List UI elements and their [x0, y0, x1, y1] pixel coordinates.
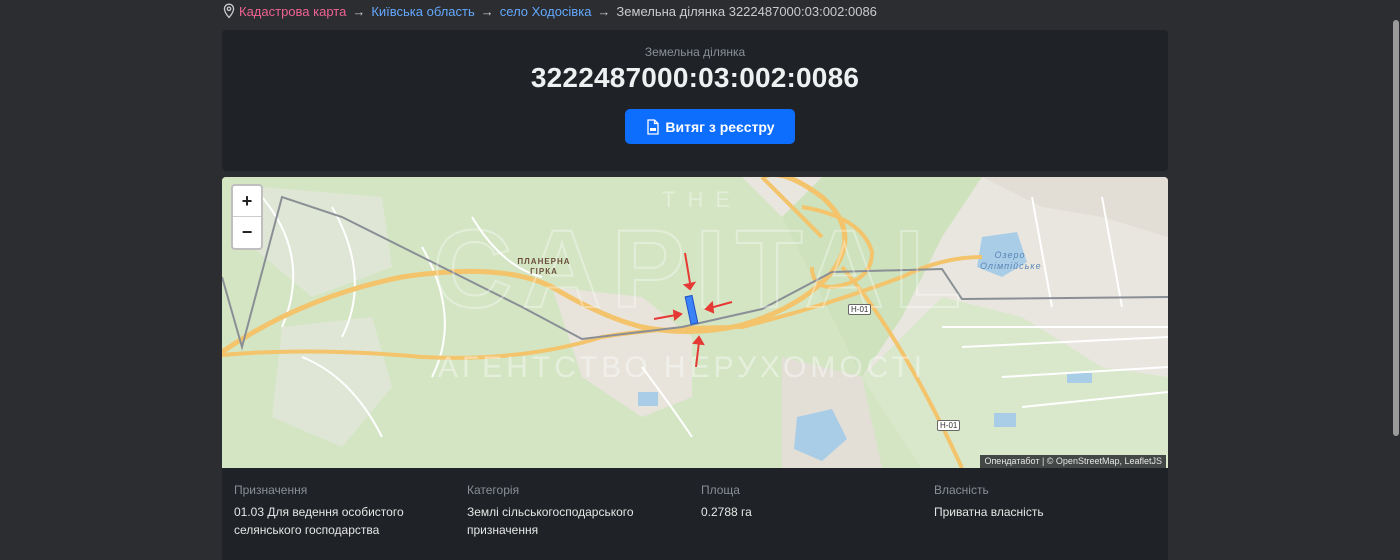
- parcel-subtitle: Земельна ділянка: [644, 45, 746, 59]
- breadcrumb-separator: →: [352, 3, 366, 19]
- place-label: ПЛАНЕРНА ГІРКА: [517, 257, 571, 276]
- parcel-number: 3222487000:03:002:0086: [530, 62, 860, 93]
- purpose-value: 01.03 Для ведення особистого селянського…: [234, 505, 404, 537]
- zoom-control: + −: [231, 184, 263, 250]
- svg-text:АГЕНТСТВО НЕРУХОМОСТІ: АГЕНТСТВО НЕРУХОМОСТІ: [438, 351, 926, 384]
- parcel-header-card: Земельна ділянка 3222487000:03:002:0086 …: [222, 30, 1168, 171]
- road-shield: Н-01: [848, 304, 872, 315]
- zoom-out-button[interactable]: −: [233, 217, 261, 247]
- pdf-document-icon: [647, 118, 660, 135]
- purpose-field: Призначення 01.03 Для ведення особистого…: [234, 483, 454, 539]
- breadcrumb-cadastral-map[interactable]: Кадастрова карта: [239, 4, 346, 19]
- ownership-value: Приватна власність: [934, 505, 1044, 519]
- area-label: Площа: [701, 483, 740, 497]
- ownership-label: Власність: [934, 483, 989, 497]
- map-tiles: THE CAPITAL АГЕНТСТВО НЕРУХОМОСТІ: [222, 177, 1168, 468]
- map-pin-icon: [223, 3, 235, 19]
- extract-register-button[interactable]: Витяг з реєстру: [625, 109, 795, 144]
- breadcrumb-separator: →: [480, 3, 494, 19]
- breadcrumb-current: Земельна ділянка 3222487000:03:002:0086: [616, 3, 877, 19]
- zoom-in-button[interactable]: +: [233, 186, 261, 217]
- page-scrollbar[interactable]: [1392, 0, 1400, 560]
- category-value: Землі сільськогосподарського призначення: [467, 505, 634, 537]
- parcel-details-card: Призначення 01.03 Для ведення особистого…: [222, 468, 1168, 560]
- breadcrumb-kyiv-oblast[interactable]: Київська область: [371, 4, 474, 19]
- scrollbar-thumb[interactable]: [1393, 20, 1399, 436]
- extract-register-label: Витяг з реєстру: [665, 118, 775, 135]
- breadcrumb-separator: →: [597, 3, 611, 19]
- category-label: Категорія: [467, 483, 520, 497]
- area-field: Площа 0.2788 га: [701, 483, 921, 521]
- road-shield: Н-01: [937, 420, 961, 431]
- purpose-label: Призначення: [234, 483, 308, 497]
- cadastral-map[interactable]: THE CAPITAL АГЕНТСТВО НЕРУХОМОСТІ ПЛАНЕР…: [222, 177, 1168, 468]
- breadcrumb-village[interactable]: село Ходосівка: [500, 4, 592, 19]
- area-value: 0.2788 га: [701, 505, 752, 519]
- ownership-field: Власність Приватна власність: [934, 483, 1154, 521]
- lake-label: Озеро Олімпійське: [980, 250, 1042, 271]
- category-field: Категорія Землі сільськогосподарського п…: [467, 483, 687, 539]
- map-attribution[interactable]: Опендатабот | © OpenStreetMap, LeafletJS: [980, 455, 1166, 468]
- breadcrumb: Кадастрова карта → Київська область → се…: [222, 3, 877, 19]
